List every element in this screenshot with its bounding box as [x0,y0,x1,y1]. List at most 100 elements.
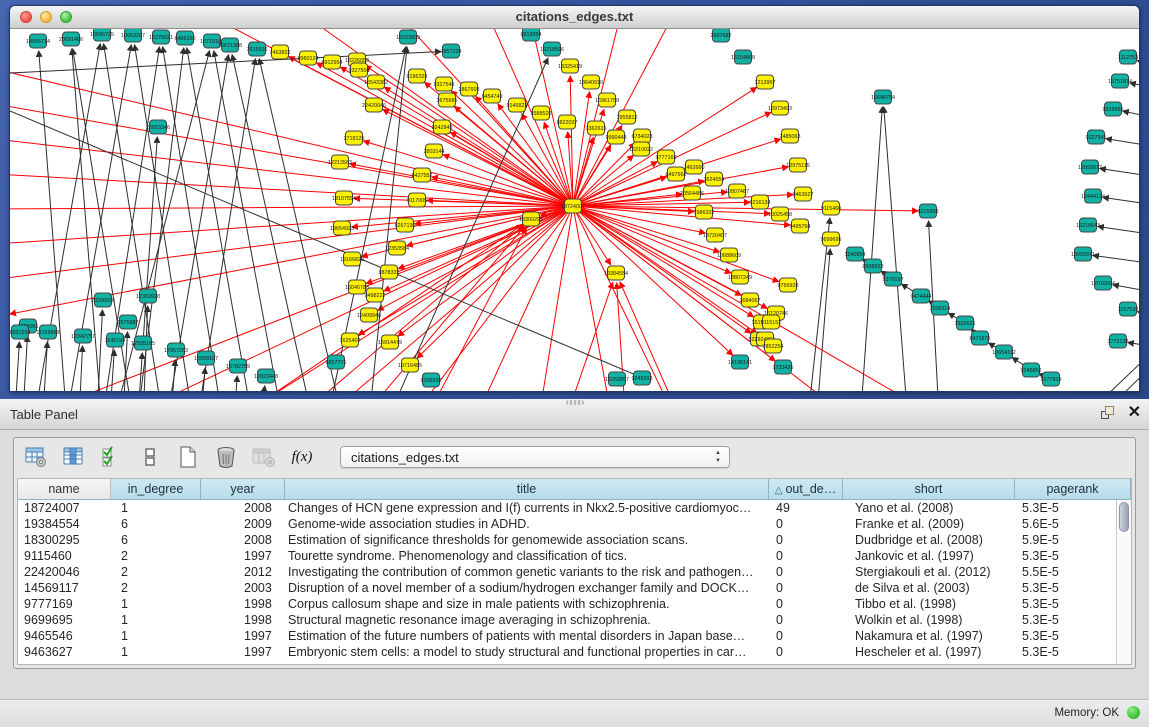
network-node[interactable]: 1145194 [105,333,126,347]
network-node[interactable]: 9146821 [507,98,528,112]
network-node[interactable]: 1213967 [755,75,776,89]
network-node[interactable]: 9106532 [421,373,442,387]
network-node[interactable]: 16543382 [364,75,388,89]
network-node[interactable]: 1362615 [586,121,607,135]
network-node[interactable]: 18724007 [561,199,585,213]
network-node[interactable]: 9329966 [1103,102,1124,116]
float-panel-icon[interactable] [1100,405,1116,421]
network-node[interactable]: 7463822 [270,45,291,59]
network-node[interactable]: 16210022 [629,142,653,156]
network-view[interactable]: 1872400718300295193845541405571420691406… [10,29,1139,392]
network-node[interactable]: 12923448 [254,369,278,383]
network-node[interactable]: 9245852 [1021,363,1042,377]
network-node[interactable]: 9756928 [778,278,799,292]
network-node[interactable]: 22420046 [362,98,386,112]
network-node[interactable]: 8471676 [970,331,991,345]
network-node[interactable]: 16033809 [396,30,420,44]
network-node[interactable]: 9115152 [761,315,782,329]
network-node[interactable]: 2803144 [424,144,445,158]
network-node[interactable]: 6466160 [175,31,196,45]
network-node[interactable]: 8186328 [407,69,428,83]
network-node[interactable]: 10653287 [121,29,145,42]
network-node[interactable]: 7932621 [955,316,976,330]
network-node[interactable]: 7955812 [617,110,638,124]
network-node[interactable]: 16961758 [595,93,619,107]
network-node[interactable]: 18720407 [703,228,727,242]
panel-resize-grip[interactable] [566,400,584,405]
network-node[interactable]: 1167533 [1118,302,1139,316]
network-node[interactable]: 7625402 [340,333,361,347]
column-header-title[interactable]: title [285,479,769,499]
network-node[interactable]: 16210643 [1076,218,1100,232]
network-node[interactable]: 18300295 [519,212,543,226]
table-row[interactable]: 946362711997Embryonic stem cells: a mode… [18,644,1116,660]
network-node[interactable]: 7852254 [763,339,784,353]
network-node[interactable]: 3675685 [437,93,458,107]
network-node[interactable]: 10025458 [768,207,792,221]
network-node[interactable]: 12409948 [357,308,381,322]
network-node[interactable]: 9699695 [821,232,842,246]
network-node[interactable]: 19384554 [604,266,628,280]
table-row[interactable]: 977716911998Corpus callosum shape and si… [18,596,1116,612]
network-node[interactable]: 9115460 [821,201,842,215]
network-node[interactable]: 16671388 [218,38,242,52]
network-node[interactable]: 20691406 [59,32,83,46]
network-node[interactable]: 9327548 [434,77,455,91]
network-window-titlebar[interactable]: citations_edges.txt [10,6,1139,29]
network-node[interactable]: 8267130 [395,218,416,232]
network-node[interactable]: 1772138 [1108,334,1129,348]
network-node[interactable]: 9227341 [1086,130,1107,144]
select-all-icon[interactable] [100,445,124,469]
table-row[interactable]: 946554611997Estimation of the future num… [18,628,1116,644]
network-node[interactable]: 19166829 [340,252,364,266]
network-node[interactable]: 9990448 [606,130,627,144]
network-node[interactable]: 18807249 [728,270,752,284]
table-row[interactable]: 911546021997Tourette syndrome. Phenomeno… [18,548,1116,564]
network-node[interactable]: 1588520 [531,106,552,120]
network-node[interactable]: 8215958 [918,204,939,218]
network-node[interactable]: 8931594 [10,325,31,339]
table-row[interactable]: 1830029562008Estimation of significance … [18,532,1116,548]
network-node[interactable]: 12444134 [1081,189,1105,203]
network-node[interactable]: 9117005 [407,193,428,207]
network-node[interactable]: 17016504 [1091,276,1115,290]
new-table-icon[interactable] [176,445,200,469]
column-header-name[interactable]: name [18,479,111,499]
network-node[interactable]: 13992971 [1071,247,1095,261]
network-node[interactable]: 19654923 [330,221,354,235]
network-node[interactable]: 6497568 [666,167,687,181]
network-node[interactable]: 19716485 [398,358,422,372]
network-node[interactable]: 10654112 [992,345,1016,359]
network-node[interactable]: 2935114 [930,301,951,315]
network-node[interactable]: 12505185 [131,336,155,350]
network-node[interactable]: 3684067 [740,293,761,307]
network-node[interactable]: 8878332 [379,265,400,279]
table-mode-icon[interactable] [24,445,48,469]
network-node[interactable]: 8912954 [322,55,343,69]
scrollbar-thumb[interactable] [1119,502,1129,532]
network-node[interactable]: 2867608 [459,82,480,96]
column-header-short[interactable]: short [843,479,1015,499]
network-node[interactable]: 7986322 [694,205,715,219]
network-node[interactable]: 16958107 [194,351,218,365]
network-node[interactable]: 6734028 [632,129,653,143]
network-node[interactable]: 11156869 [36,325,59,339]
network-node[interactable]: 16648784 [871,90,895,104]
delete-table-icon[interactable] [214,445,238,469]
network-node[interactable]: 8938923 [863,259,884,273]
network-node[interactable]: 9495794 [790,219,811,233]
network-node[interactable]: 3624554 [704,172,725,186]
network-node[interactable]: 12093872 [1078,160,1102,174]
network-node[interactable]: 16154808 [731,50,755,64]
table-selector-dropdown[interactable]: citations_edges.txt ▲▼ [340,446,730,468]
network-node[interactable]: 9463627 [793,187,814,201]
network-node[interactable]: 2687682 [711,29,732,42]
network-node[interactable]: 8960124 [298,51,319,65]
network-node[interactable]: 9474444 [911,289,932,303]
table-row[interactable]: 1938455462009Genome-wide association stu… [18,516,1116,532]
network-node[interactable]: 9498222 [365,288,386,302]
network-node[interactable]: 18325419 [558,59,582,73]
function-builder-icon[interactable]: f(x) [290,445,314,469]
network-node[interactable]: 9242848 [432,120,453,134]
network-node[interactable]: 14136141 [728,355,752,369]
